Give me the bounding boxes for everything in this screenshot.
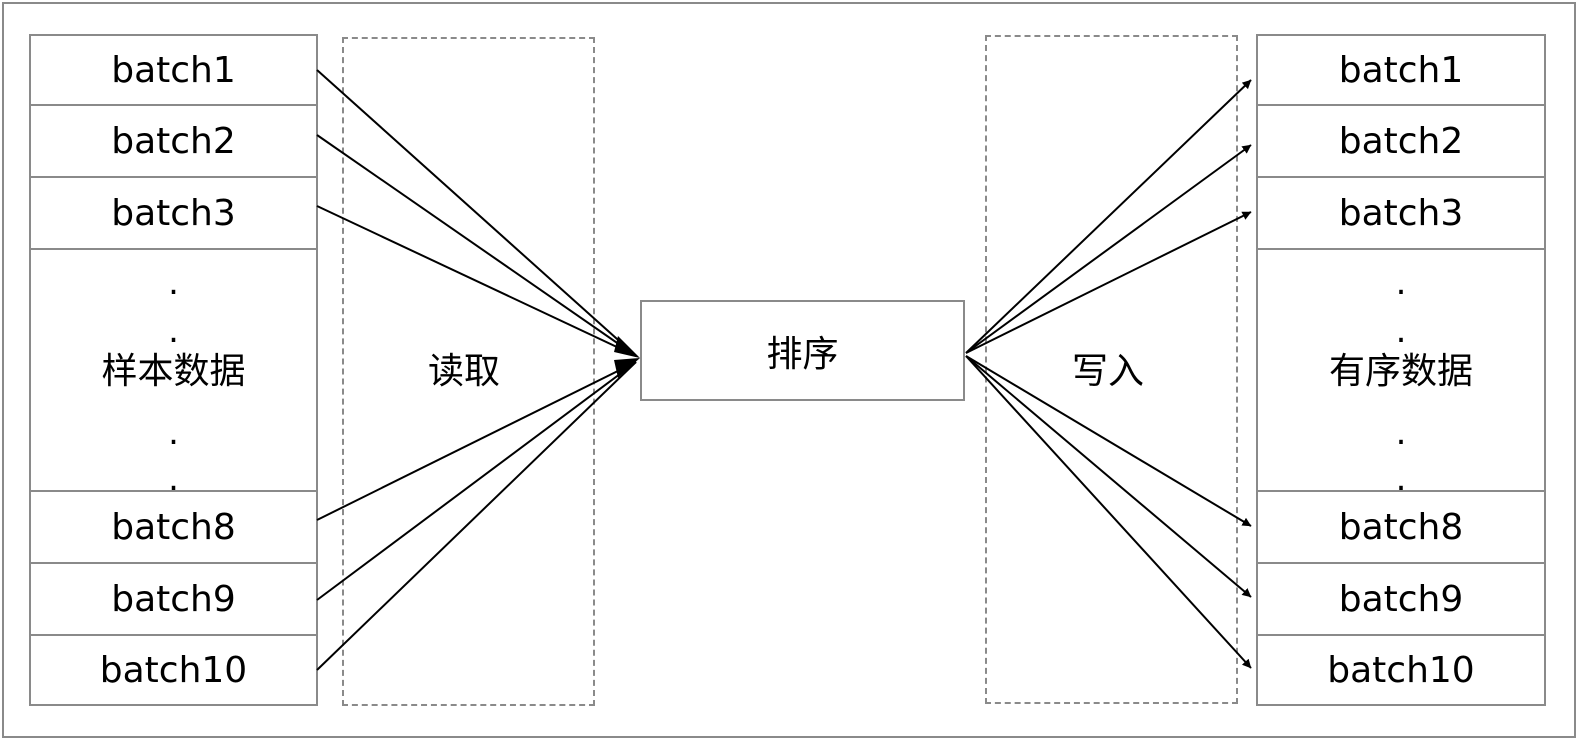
write-arrow-batch1: [965, 79, 1252, 354]
read-arrowhead-lower: [614, 358, 640, 378]
read-arrow-batch2: [316, 134, 637, 357]
write-arrow-batch9: [965, 355, 1252, 598]
read-arrowhead-upper: [614, 336, 640, 358]
arrow-layer: [316, 69, 1252, 671]
read-arrow-batch1: [316, 69, 637, 357]
write-arrow-batch8: [965, 355, 1252, 527]
write-arrow-batch10: [965, 355, 1252, 669]
read-arrow-batch9: [316, 361, 637, 601]
write-arrow-batch3: [965, 211, 1252, 354]
read-arrow-batch10: [316, 361, 637, 671]
read-arrow-batch3: [316, 205, 637, 357]
write-arrow-batch2: [965, 144, 1252, 354]
read-arrow-batch8: [316, 361, 637, 521]
